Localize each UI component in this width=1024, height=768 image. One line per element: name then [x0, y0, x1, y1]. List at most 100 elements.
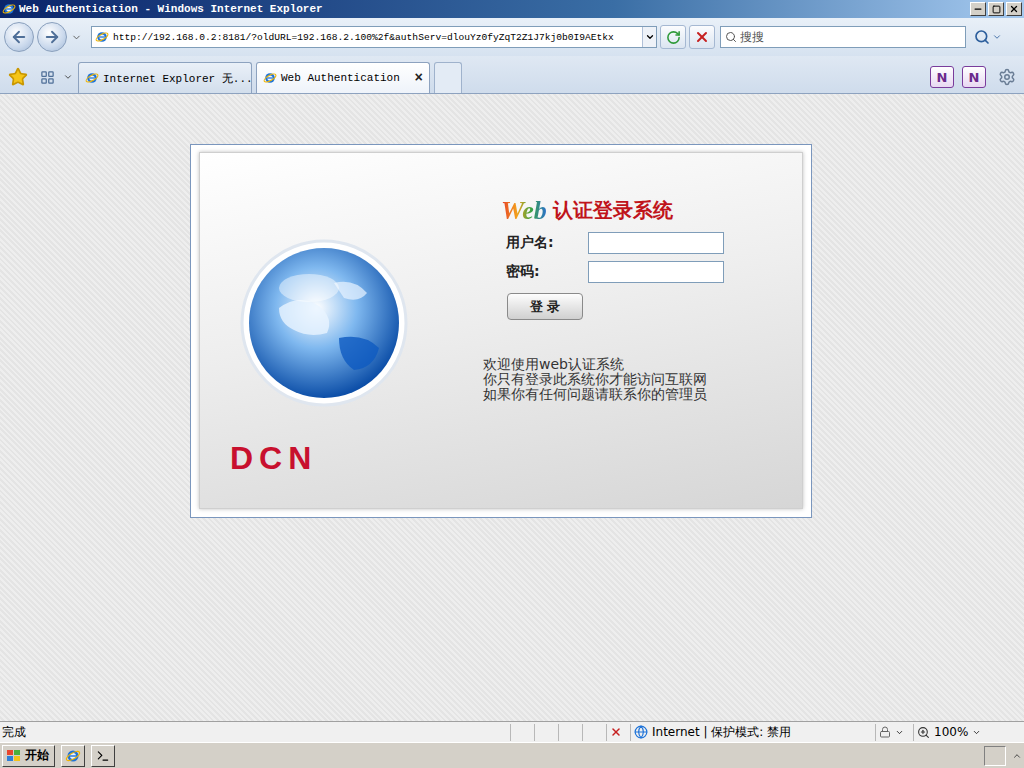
search-button[interactable]: [969, 25, 1007, 49]
new-tab-button[interactable]: [434, 62, 462, 93]
login-form: Web认证登录系统用户名:密码: 登 录欢迎使用web认证系统你只有登录此系统你才…: [483, 153, 802, 508]
forward-arrow-icon: [43, 28, 61, 46]
browser-tab[interactable]: Web Authentication ×: [256, 62, 430, 93]
start-button[interactable]: 开始: [2, 745, 55, 767]
zone-text: Internet | 保护模式: 禁用: [652, 724, 791, 741]
stop-icon: [694, 29, 710, 45]
web-logo: Web: [501, 198, 547, 224]
tray-area: [984, 746, 1006, 766]
message-line: 你只有登录此系统你才能访问互联网: [483, 372, 802, 387]
status-text: 完成: [0, 724, 510, 741]
tab-label: Web Authentication: [281, 72, 411, 84]
brand-logo: DCN: [230, 442, 483, 474]
security-zone[interactable]: Internet | 保护模式: 禁用: [630, 724, 875, 741]
login-panel: DCN Web认证登录系统用户名:密码: 登 录欢迎使用web认证系统你只有登录此系…: [199, 152, 803, 509]
maximize-icon: [992, 5, 1001, 14]
search-box[interactable]: [720, 26, 966, 48]
close-icon: [1009, 4, 1019, 14]
forward-button[interactable]: [37, 22, 67, 52]
start-label: 开始: [25, 747, 49, 764]
windows-flag-icon: [6, 749, 22, 763]
login-art: DCN: [200, 153, 483, 508]
chevron-down-icon: [63, 72, 73, 82]
login-button[interactable]: 登 录: [507, 293, 583, 320]
title-bar: Web Authentication - Windows Internet Ex…: [0, 0, 1024, 18]
back-button[interactable]: [4, 22, 34, 52]
lock-dropdown[interactable]: [875, 724, 913, 741]
status-slot: [510, 724, 534, 741]
blocked-icon: [610, 726, 622, 738]
search-input[interactable]: [740, 30, 965, 44]
close-button[interactable]: [1006, 2, 1022, 16]
form-fields: 用户名:密码:: [506, 232, 802, 283]
gear-icon: [998, 68, 1016, 86]
address-dropdown[interactable]: [642, 27, 656, 47]
quick-tabs-button[interactable]: [36, 61, 58, 93]
tools-button[interactable]: [994, 61, 1020, 93]
address-bar[interactable]: http://192.168.0.2:8181/?oldURL=192.168.…: [91, 26, 657, 48]
browser-window: Web Authentication - Windows Internet Ex…: [0, 0, 1024, 768]
window-title: Web Authentication - Windows Internet Ex…: [19, 3, 323, 15]
chevron-down-icon: [992, 32, 1002, 42]
password-input[interactable]: [588, 261, 724, 283]
zoom-icon: [917, 726, 930, 739]
chevron-down-icon: [645, 32, 655, 42]
address-url[interactable]: http://192.168.0.2:8181/?oldURL=192.168.…: [113, 32, 638, 43]
login-heading: 认证登录系统: [553, 197, 673, 224]
stop-button[interactable]: [689, 25, 715, 49]
onenote-button[interactable]: N: [930, 66, 954, 88]
refresh-icon: [666, 30, 681, 45]
status-bar: 完成 Internet | 保护模式: 禁用 100%: [0, 721, 1024, 742]
popup-blocker[interactable]: [606, 724, 630, 741]
globe: [239, 238, 409, 408]
page-content: DCN Web认证登录系统用户名:密码: 登 录欢迎使用web认证系统你只有登录此系…: [0, 94, 1024, 721]
login-title: Web认证登录系统: [501, 197, 802, 224]
refresh-button[interactable]: [660, 25, 686, 49]
message-line: 如果你有任何问题请联系你的管理员: [483, 387, 802, 402]
status-slot: [534, 724, 558, 741]
search-icon: [725, 31, 737, 43]
taskbar: 开始: [0, 742, 1024, 768]
tab-page-icon: [263, 71, 277, 85]
ie-icon: [65, 748, 81, 764]
tab-list-dropdown[interactable]: [62, 61, 74, 93]
minimize-button[interactable]: [970, 2, 986, 16]
window-controls: [970, 2, 1022, 16]
maximize-button[interactable]: [988, 2, 1004, 16]
login-card: DCN Web认证登录系统用户名:密码: 登 录欢迎使用web认证系统你只有登录此系…: [190, 144, 812, 518]
history-dropdown[interactable]: [70, 32, 82, 43]
ie-quicklaunch[interactable]: [61, 745, 85, 767]
magnifier-icon: [974, 29, 990, 45]
chevron-down-icon: [972, 728, 981, 737]
lock-icon: [879, 726, 891, 738]
tab-bar: Internet Explorer 无... Web Authentication…: [0, 56, 1024, 94]
toolbar-icons: NN: [930, 61, 1020, 93]
ie-icon: [2, 2, 16, 16]
status-slot: [558, 724, 582, 741]
tab-page-icon: [85, 71, 99, 85]
favorites-button[interactable]: [4, 61, 32, 93]
page-icon: [95, 30, 109, 44]
zoom-text: 100%: [934, 725, 968, 739]
navigation-bar: http://192.168.0.2:8181/?oldURL=192.168.…: [0, 18, 1024, 56]
message-line: 欢迎使用web认证系统: [483, 357, 802, 372]
minimize-icon: [973, 4, 983, 14]
browser-tab[interactable]: Internet Explorer 无...: [78, 62, 252, 93]
status-slot: [582, 724, 606, 741]
zoom-control[interactable]: 100%: [913, 724, 989, 741]
onenote-button[interactable]: N: [962, 66, 986, 88]
tab-close-button[interactable]: ×: [415, 70, 423, 86]
star-icon: [8, 67, 28, 87]
cmd-quicklaunch[interactable]: [91, 745, 115, 767]
welcome-message: 欢迎使用web认证系统你只有登录此系统你才能访问互联网如果你有任何问题请联系你的…: [483, 357, 802, 402]
globe-icon: [239, 238, 409, 408]
username-input[interactable]: [588, 232, 724, 254]
tab-label: Internet Explorer 无...: [103, 71, 245, 86]
globe-icon: [634, 725, 648, 739]
terminal-icon: [96, 749, 110, 763]
chevron-down-icon: [895, 728, 904, 737]
chevron-up-icon[interactable]: [1012, 751, 1022, 761]
back-arrow-icon: [10, 28, 28, 46]
field-label: 密码:: [506, 263, 588, 281]
grid-icon: [40, 70, 55, 85]
